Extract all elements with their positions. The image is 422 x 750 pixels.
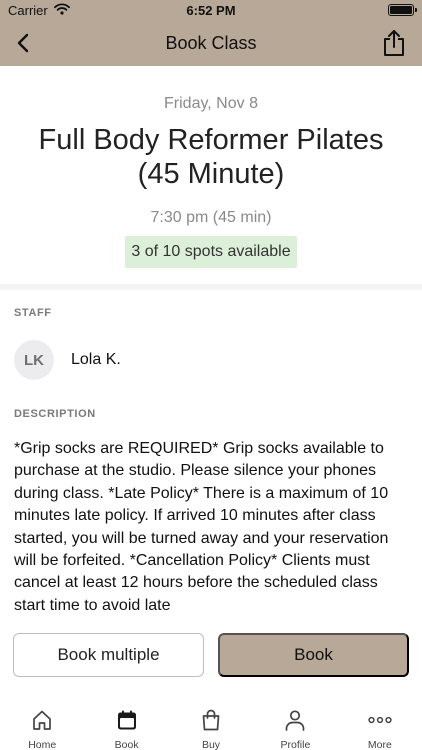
tab-label: Home — [28, 739, 57, 750]
person-icon — [282, 708, 308, 732]
class-date: Friday, Nov 8 — [164, 95, 258, 112]
class-description: *Grip socks are REQUIRED* Grip socks ava… — [14, 440, 389, 614]
tab-label: Book — [114, 739, 139, 750]
tab-label: More — [367, 739, 392, 750]
class-title: Full Body Reformer Pilates (45 Minute) — [38, 124, 384, 190]
book-button[interactable]: Book — [218, 633, 409, 677]
tab-home[interactable]: Home — [0, 694, 84, 750]
staff-name: Lola K. — [71, 351, 121, 368]
wifi-icon — [53, 2, 70, 18]
share-icon — [384, 30, 404, 56]
description-section-label: DESCRIPTION — [14, 408, 96, 420]
battery-icon — [388, 4, 417, 16]
tab-book[interactable]: Book — [84, 694, 168, 750]
tab-profile[interactable]: Profile — [253, 694, 337, 750]
chevron-left-icon — [17, 33, 29, 53]
class-time: 7:30 pm (45 min) — [150, 209, 272, 226]
spots-available-badge: 3 of 10 spots available — [125, 236, 297, 268]
tab-label: Buy — [201, 739, 221, 750]
tab-more[interactable]: More — [338, 694, 422, 750]
tab-buy[interactable]: Buy — [169, 694, 253, 750]
book-multiple-button[interactable]: Book multiple — [13, 633, 204, 677]
shopping-bag-icon — [198, 708, 224, 732]
home-icon — [29, 708, 55, 732]
carrier-label: Carrier — [8, 2, 48, 18]
tab-label: Profile — [280, 739, 311, 750]
navigation-bar: Book Class — [0, 20, 422, 66]
staff-row: LK Lola K. — [14, 340, 121, 380]
tab-bar: Home Book Buy Profile More — [0, 694, 422, 750]
share-button[interactable] — [380, 28, 408, 58]
page-title: Book Class — [165, 32, 257, 53]
class-header: Friday, Nov 8 Full Body Reformer Pilates… — [0, 66, 422, 268]
avatar: LK — [14, 340, 54, 380]
staff-section-label: STAFF — [14, 307, 52, 319]
status-left: Carrier — [8, 3, 70, 18]
more-icon — [367, 708, 393, 732]
status-bar: Carrier 6:52 PM — [0, 0, 422, 20]
calendar-icon — [114, 708, 140, 732]
back-button[interactable] — [10, 30, 36, 56]
section-divider — [0, 284, 422, 290]
